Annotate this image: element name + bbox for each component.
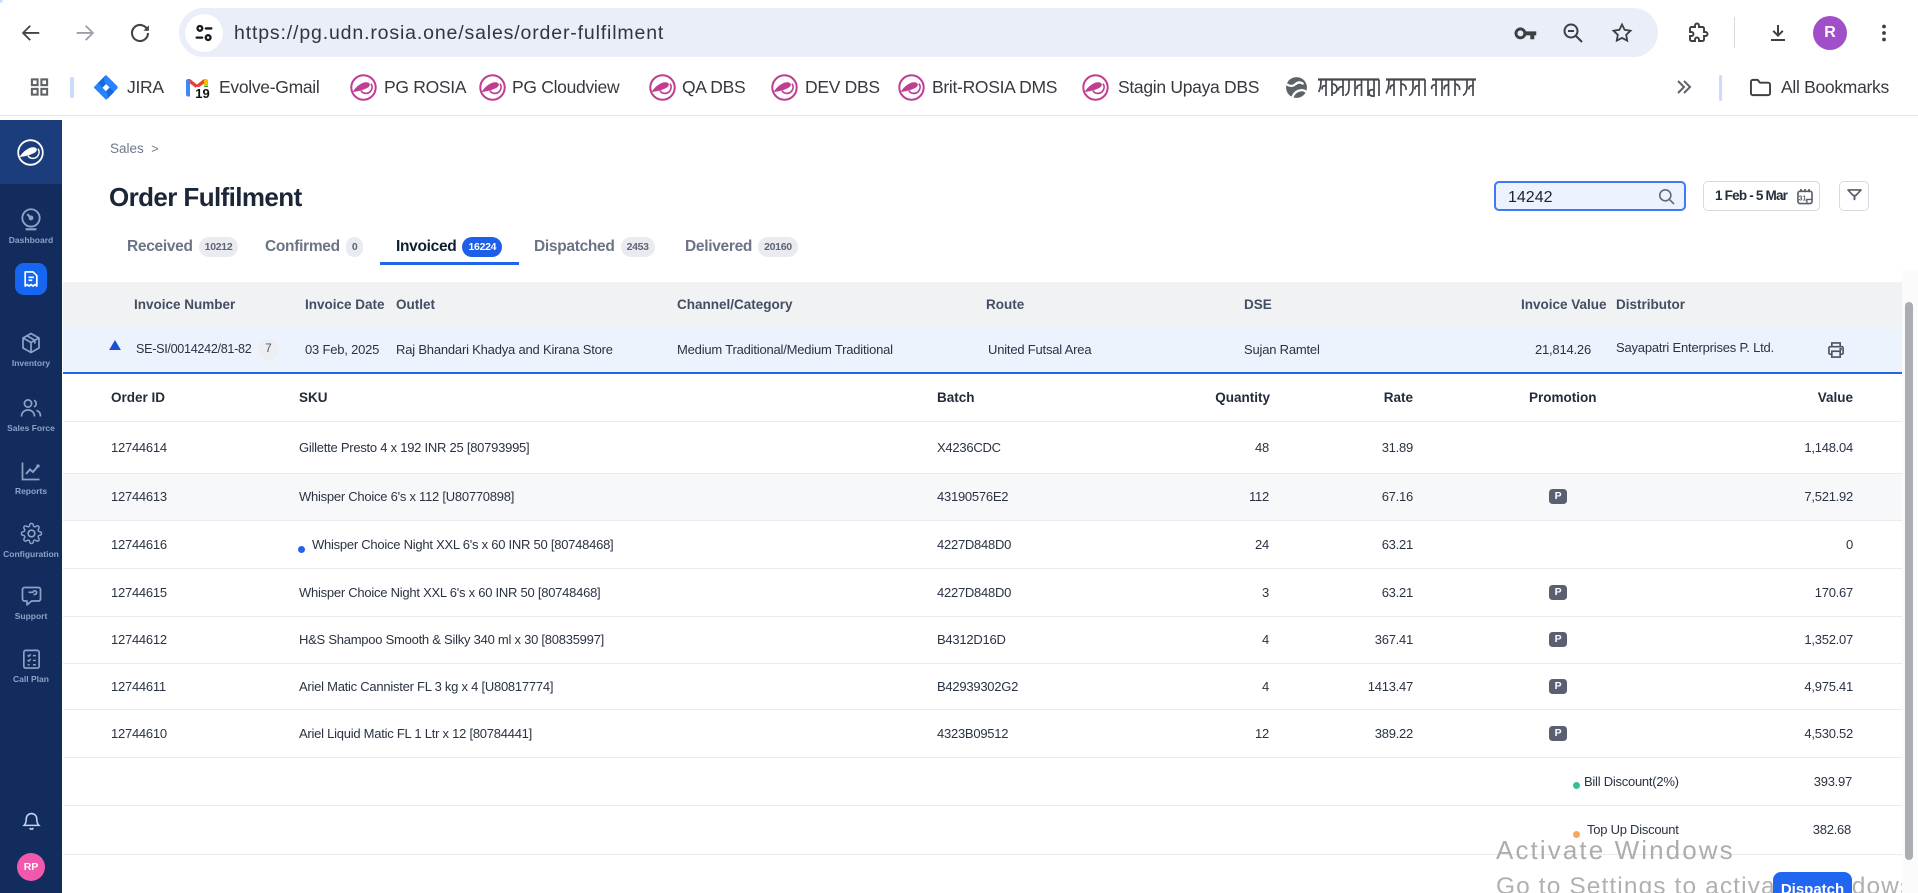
svg-text:19: 19 [195,86,209,101]
svg-text:31: 31 [1799,195,1807,202]
